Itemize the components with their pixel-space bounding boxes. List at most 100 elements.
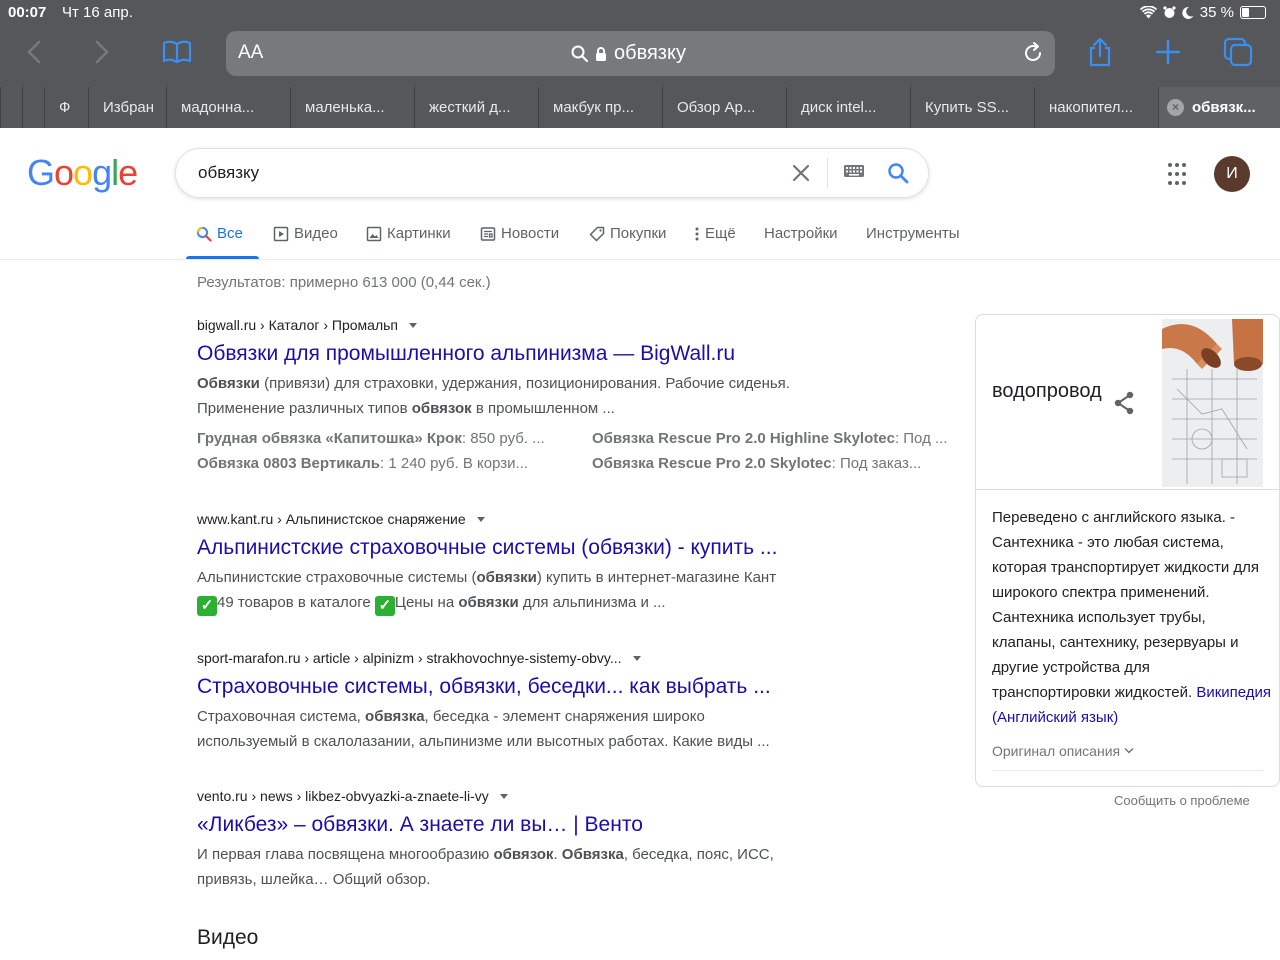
keyboard-button[interactable] xyxy=(843,163,865,184)
plumbing-image[interactable] xyxy=(1162,319,1263,487)
tab-close-icon[interactable]: × xyxy=(1167,99,1184,116)
tab-all[interactable]: Все xyxy=(196,225,243,242)
snippet-line: Страховочная система, обвязка, беседка -… xyxy=(197,704,987,729)
result-cite[interactable]: sport-marafon.ru › article › alpinizm › … xyxy=(197,647,987,669)
tab-all-label: Все xyxy=(217,225,243,242)
result-title-link[interactable]: Обвязки для промышленного альпинизма — B… xyxy=(197,342,987,370)
browser-tab[interactable]: диск intel... xyxy=(786,87,910,128)
battery-fill xyxy=(1242,8,1250,17)
search-submit-button[interactable] xyxy=(886,161,910,190)
clear-button[interactable] xyxy=(789,161,813,190)
dropdown-arrow-icon[interactable] xyxy=(476,516,485,522)
sitelink[interactable]: Обвязка 0803 Вертикаль: 1 240 руб. В кор… xyxy=(197,451,592,476)
snippet-text: привязь, шлейка… Общий обзор. xyxy=(197,871,431,888)
new-tab-button[interactable] xyxy=(1150,34,1186,70)
snippet-text: Применение различных типов xyxy=(197,400,412,417)
tab-images[interactable]: Картинки xyxy=(366,225,451,242)
tab-tools[interactable]: Инструменты xyxy=(866,225,960,242)
browser-tab[interactable]: маленька... xyxy=(290,87,414,128)
browser-tab[interactable]: мадонна... xyxy=(166,87,290,128)
search-icon xyxy=(888,163,909,184)
lock-icon xyxy=(596,46,606,61)
sitelink[interactable]: Грудная обвязка «Капитошка» Крок: 850 ру… xyxy=(197,426,592,451)
share-button[interactable] xyxy=(1082,34,1118,70)
browser-tab-label: Обзор Ap... xyxy=(677,99,756,116)
tab-settings[interactable]: Настройки xyxy=(764,225,838,242)
search-box[interactable]: обвязку xyxy=(175,148,929,198)
close-icon xyxy=(792,164,810,182)
browser-tab[interactable]: макбук пр... xyxy=(538,87,662,128)
browser-tab[interactable]: Избран xyxy=(88,87,166,128)
result-title-link[interactable]: Альпинистские страховочные системы (обвя… xyxy=(197,536,987,564)
forward-button[interactable] xyxy=(84,34,120,70)
search-result: www.kant.ru › Альпинистское снаряжение А… xyxy=(197,508,987,616)
address-bar[interactable]: AA обвязку xyxy=(226,31,1055,76)
browser-tab[interactable]: Ф xyxy=(44,87,88,128)
result-cite[interactable]: www.kant.ru › Альпинистское снаряжение xyxy=(197,508,987,530)
snippet-bold: Обвязки xyxy=(197,375,260,392)
result-cite[interactable]: bigwall.ru › Каталог › Промальп xyxy=(197,314,987,336)
back-button[interactable] xyxy=(16,34,52,70)
tab-overview-button[interactable] xyxy=(1220,34,1256,70)
tab-video[interactable]: Видео xyxy=(273,225,338,242)
snippet-line: И первая глава посвящена многообразию об… xyxy=(197,842,987,867)
plumbing-blueprint-illustration xyxy=(1162,319,1263,487)
sitelink[interactable]: Обвязка Rescue Pro 2.0 Highline Skylotec… xyxy=(592,426,987,451)
snippet-text: , беседка - элемент снаряжения широко xyxy=(424,708,705,725)
tab-news[interactable]: Новости xyxy=(480,225,559,242)
apps-grid-icon[interactable] xyxy=(1168,163,1192,187)
dropdown-arrow-icon[interactable] xyxy=(409,322,418,328)
chevron-left-icon xyxy=(27,40,41,64)
browser-tab[interactable]: накопител... xyxy=(1034,87,1158,128)
chevron-right-icon xyxy=(95,40,109,64)
reader-aa-button[interactable]: AA xyxy=(238,42,263,64)
report-problem-link[interactable]: Сообщить о проблеме xyxy=(1114,793,1250,808)
wifi-icon xyxy=(1139,6,1157,19)
sitelink[interactable]: Обвязка Rescue Pro 2.0 Skylotec: Под зак… xyxy=(592,451,987,476)
url-display: обвязку xyxy=(571,42,686,65)
video-section-heading: Видео xyxy=(197,926,259,949)
browser-tab[interactable]: × обвязк... xyxy=(1158,87,1280,128)
snippet-text: в промышленном ... xyxy=(471,400,615,417)
search-icon xyxy=(196,226,212,242)
result-cite-text: sport-marafon.ru › article › alpinizm › … xyxy=(197,650,622,666)
knowledge-panel-description: Переведено с английского языка. - Сантех… xyxy=(992,505,1272,730)
tab-stub[interactable] xyxy=(0,87,22,128)
tab-shopping[interactable]: Покупки xyxy=(589,225,666,242)
chevron-down-icon xyxy=(1124,747,1134,754)
browser-tab-label: маленька... xyxy=(305,99,385,116)
browser-tab[interactable]: Обзор Ap... xyxy=(662,87,786,128)
tab-more[interactable]: Ещё xyxy=(694,225,736,242)
browser-tab-label: Ф xyxy=(59,99,71,116)
avatar[interactable]: И xyxy=(1214,156,1250,192)
snippet-bold: обвязки xyxy=(458,594,519,611)
result-title-link[interactable]: «Ликбез» – обвязки. А знаете ли вы… | Ве… xyxy=(197,813,987,841)
reload-button[interactable] xyxy=(1021,41,1045,70)
battery-percent: 35 % xyxy=(1199,4,1234,21)
share-button[interactable] xyxy=(1113,391,1135,420)
url-text: обвязку xyxy=(614,42,686,64)
play-icon xyxy=(273,226,289,241)
bookmarks-button[interactable] xyxy=(159,34,195,70)
original-description-toggle[interactable]: Оригинал описания xyxy=(992,743,1134,759)
dropdown-arrow-icon[interactable] xyxy=(499,793,508,799)
snippet-text: ) купить в интернет-магазине Кант xyxy=(536,569,777,586)
google-logo[interactable]: Google xyxy=(27,152,138,194)
snippet-line: Обвязки (привязи) для страховки, удержан… xyxy=(197,371,987,396)
browser-tab[interactable]: жесткий д... xyxy=(414,87,538,128)
check-mark-icon: ✓ xyxy=(374,596,395,616)
safari-chrome: 00:07 Чт 16 апр. 35 % AA обвязку Ф Избра… xyxy=(0,0,1280,128)
result-title-link[interactable]: Страховочные системы, обвязки, беседки..… xyxy=(197,675,987,703)
share-icon xyxy=(1089,37,1111,67)
browser-tab[interactable]: Купить SS... xyxy=(910,87,1034,128)
result-snippet: Обвязки (привязи) для страховки, удержан… xyxy=(197,371,987,421)
tabs-icon xyxy=(1223,37,1253,67)
snippet-line: Применение различных типов обвязок в про… xyxy=(197,396,987,421)
browser-tab-label: обвязк... xyxy=(1192,99,1256,116)
plus-icon xyxy=(1156,40,1180,64)
sitelink-title: Обвязка 0803 Вертикаль xyxy=(197,455,381,472)
search-input[interactable]: обвязку xyxy=(198,163,259,183)
result-cite[interactable]: vento.ru › news › likbez-obvyazki-a-znae… xyxy=(197,785,987,807)
dropdown-arrow-icon[interactable] xyxy=(632,655,641,661)
tab-stub[interactable] xyxy=(22,87,44,128)
